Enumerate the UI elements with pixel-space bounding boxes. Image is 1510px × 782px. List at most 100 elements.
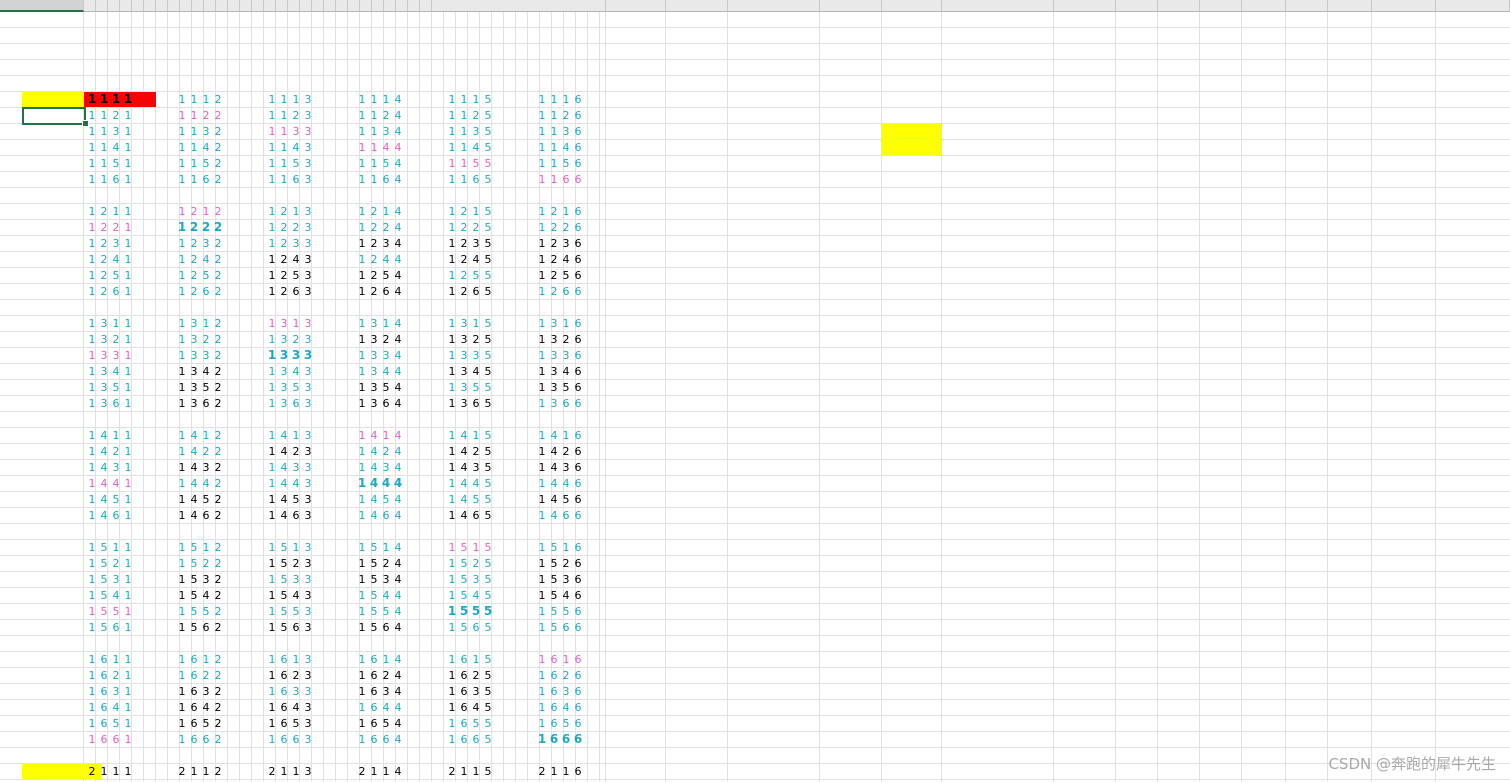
cell-digit[interactable]: 1 xyxy=(548,92,560,107)
cell-digit[interactable]: 1 xyxy=(548,108,560,123)
cell-digit[interactable]: 4 xyxy=(392,492,404,507)
cell-digit[interactable]: 3 xyxy=(302,444,314,459)
cell-digit[interactable]: 2 xyxy=(380,108,392,123)
cell-digit[interactable]: 1 xyxy=(266,652,278,667)
cell-digit[interactable]: 1 xyxy=(122,476,134,491)
cell-digit[interactable]: 5 xyxy=(368,588,380,603)
cell-digit[interactable]: 2 xyxy=(458,268,470,283)
cell-digit[interactable]: 5 xyxy=(482,108,494,123)
column-header-ca[interactable] xyxy=(1286,0,1328,12)
column-header-bk[interactable] xyxy=(372,0,384,12)
cell-digit[interactable]: 6 xyxy=(572,92,584,107)
cell-digit[interactable]: 4 xyxy=(200,700,212,715)
cell-digit[interactable]: 5 xyxy=(458,620,470,635)
cell-digit[interactable]: 1 xyxy=(176,284,188,299)
column-header-an[interactable] xyxy=(96,0,108,12)
cell-digit[interactable]: 5 xyxy=(482,764,494,779)
cell-digit[interactable]: 1 xyxy=(446,108,458,123)
cell-digit[interactable]: 1 xyxy=(86,684,98,699)
cell-digit[interactable]: 6 xyxy=(560,732,572,747)
column-header-ap[interactable] xyxy=(120,0,132,12)
cell-digit[interactable]: 5 xyxy=(482,220,494,235)
cell-digit[interactable]: 3 xyxy=(200,460,212,475)
cell-digit[interactable]: 2 xyxy=(212,396,224,411)
cell-digit[interactable]: 3 xyxy=(458,396,470,411)
cell-digit[interactable]: 2 xyxy=(212,732,224,747)
cell-digit[interactable]: 1 xyxy=(86,700,98,715)
cell-digit[interactable]: 5 xyxy=(560,492,572,507)
cell-digit[interactable]: 6 xyxy=(572,220,584,235)
cell-digit[interactable]: 1 xyxy=(470,92,482,107)
cell-digit[interactable]: 5 xyxy=(482,604,494,619)
cell-digit[interactable]: 1 xyxy=(560,204,572,219)
cell-digit[interactable]: 6 xyxy=(572,380,584,395)
cell-digit[interactable]: 3 xyxy=(302,428,314,443)
cell-digit[interactable]: 1 xyxy=(176,364,188,379)
cell-digit[interactable]: 2 xyxy=(560,332,572,347)
cell-digit[interactable]: 1 xyxy=(176,220,188,235)
cell-digit[interactable]: 2 xyxy=(212,140,224,155)
cell-digit[interactable]: 1 xyxy=(446,428,458,443)
cell-digit[interactable]: 1 xyxy=(98,764,110,779)
cell-digit[interactable]: 6 xyxy=(548,684,560,699)
cell-digit[interactable]: 4 xyxy=(458,476,470,491)
cell-digit[interactable]: 1 xyxy=(446,684,458,699)
cell-digit[interactable]: 1 xyxy=(290,428,302,443)
cell-digit[interactable]: 6 xyxy=(572,156,584,171)
cell-digit[interactable]: 1 xyxy=(176,684,188,699)
cell-digit[interactable]: 1 xyxy=(536,332,548,347)
cell-digit[interactable]: 2 xyxy=(212,380,224,395)
cell-digit[interactable]: 1 xyxy=(458,108,470,123)
cell-digit[interactable]: 1 xyxy=(536,476,548,491)
cell-digit[interactable]: 4 xyxy=(188,460,200,475)
cell-digit[interactable]: 4 xyxy=(368,444,380,459)
cell-digit[interactable]: 1 xyxy=(266,236,278,251)
cell-digit[interactable]: 1 xyxy=(176,316,188,331)
cell-digit[interactable]: 1 xyxy=(266,204,278,219)
cell-digit[interactable]: 2 xyxy=(458,220,470,235)
cell-digit[interactable]: 5 xyxy=(380,492,392,507)
cell-digit[interactable]: 6 xyxy=(572,700,584,715)
cell-digit[interactable]: 3 xyxy=(560,124,572,139)
cell-digit[interactable]: 1 xyxy=(356,124,368,139)
cell-digit[interactable]: 3 xyxy=(368,380,380,395)
cell-digit[interactable]: 6 xyxy=(200,732,212,747)
cell-digit[interactable]: 1 xyxy=(356,508,368,523)
cell-digit[interactable]: 6 xyxy=(110,620,122,635)
cell-digit[interactable]: 4 xyxy=(110,476,122,491)
cell-digit[interactable]: 6 xyxy=(470,508,482,523)
cell-digit[interactable]: 3 xyxy=(548,380,560,395)
cell-digit[interactable]: 1 xyxy=(122,124,134,139)
cell-digit[interactable]: 1 xyxy=(176,156,188,171)
cell-digit[interactable]: 1 xyxy=(536,492,548,507)
cell-digit[interactable]: 2 xyxy=(380,444,392,459)
cell-digit[interactable]: 4 xyxy=(380,588,392,603)
cell-digit[interactable]: 2 xyxy=(212,716,224,731)
cell-digit[interactable]: 3 xyxy=(290,684,302,699)
cell-digit[interactable]: 2 xyxy=(212,460,224,475)
cell-digit[interactable]: 1 xyxy=(560,316,572,331)
cell-digit[interactable]: 1 xyxy=(536,684,548,699)
cell-digit[interactable]: 5 xyxy=(482,140,494,155)
cell-digit[interactable]: 1 xyxy=(200,316,212,331)
cell-digit[interactable]: 6 xyxy=(572,172,584,187)
cell-digit[interactable]: 3 xyxy=(368,316,380,331)
cell-digit[interactable]: 1 xyxy=(86,140,98,155)
cell-digit[interactable]: 6 xyxy=(572,316,584,331)
cell-digit[interactable]: 1 xyxy=(266,172,278,187)
cell-digit[interactable]: 1 xyxy=(290,764,302,779)
cell-digit[interactable]: 1 xyxy=(368,140,380,155)
cell-digit[interactable]: 1 xyxy=(446,268,458,283)
cell-digit[interactable]: 1 xyxy=(266,364,278,379)
cell-digit[interactable]: 1 xyxy=(266,700,278,715)
cell-digit[interactable]: 6 xyxy=(290,732,302,747)
cell-digit[interactable]: 3 xyxy=(458,364,470,379)
cell-digit[interactable]: 5 xyxy=(482,204,494,219)
cell-digit[interactable]: 1 xyxy=(86,716,98,731)
cell-digit[interactable]: 3 xyxy=(302,588,314,603)
cell-digit[interactable]: 5 xyxy=(110,268,122,283)
cell-digit[interactable]: 4 xyxy=(392,684,404,699)
cell-digit[interactable]: 1 xyxy=(266,716,278,731)
cell-digit[interactable]: 5 xyxy=(470,380,482,395)
cell-digit[interactable]: 3 xyxy=(98,332,110,347)
